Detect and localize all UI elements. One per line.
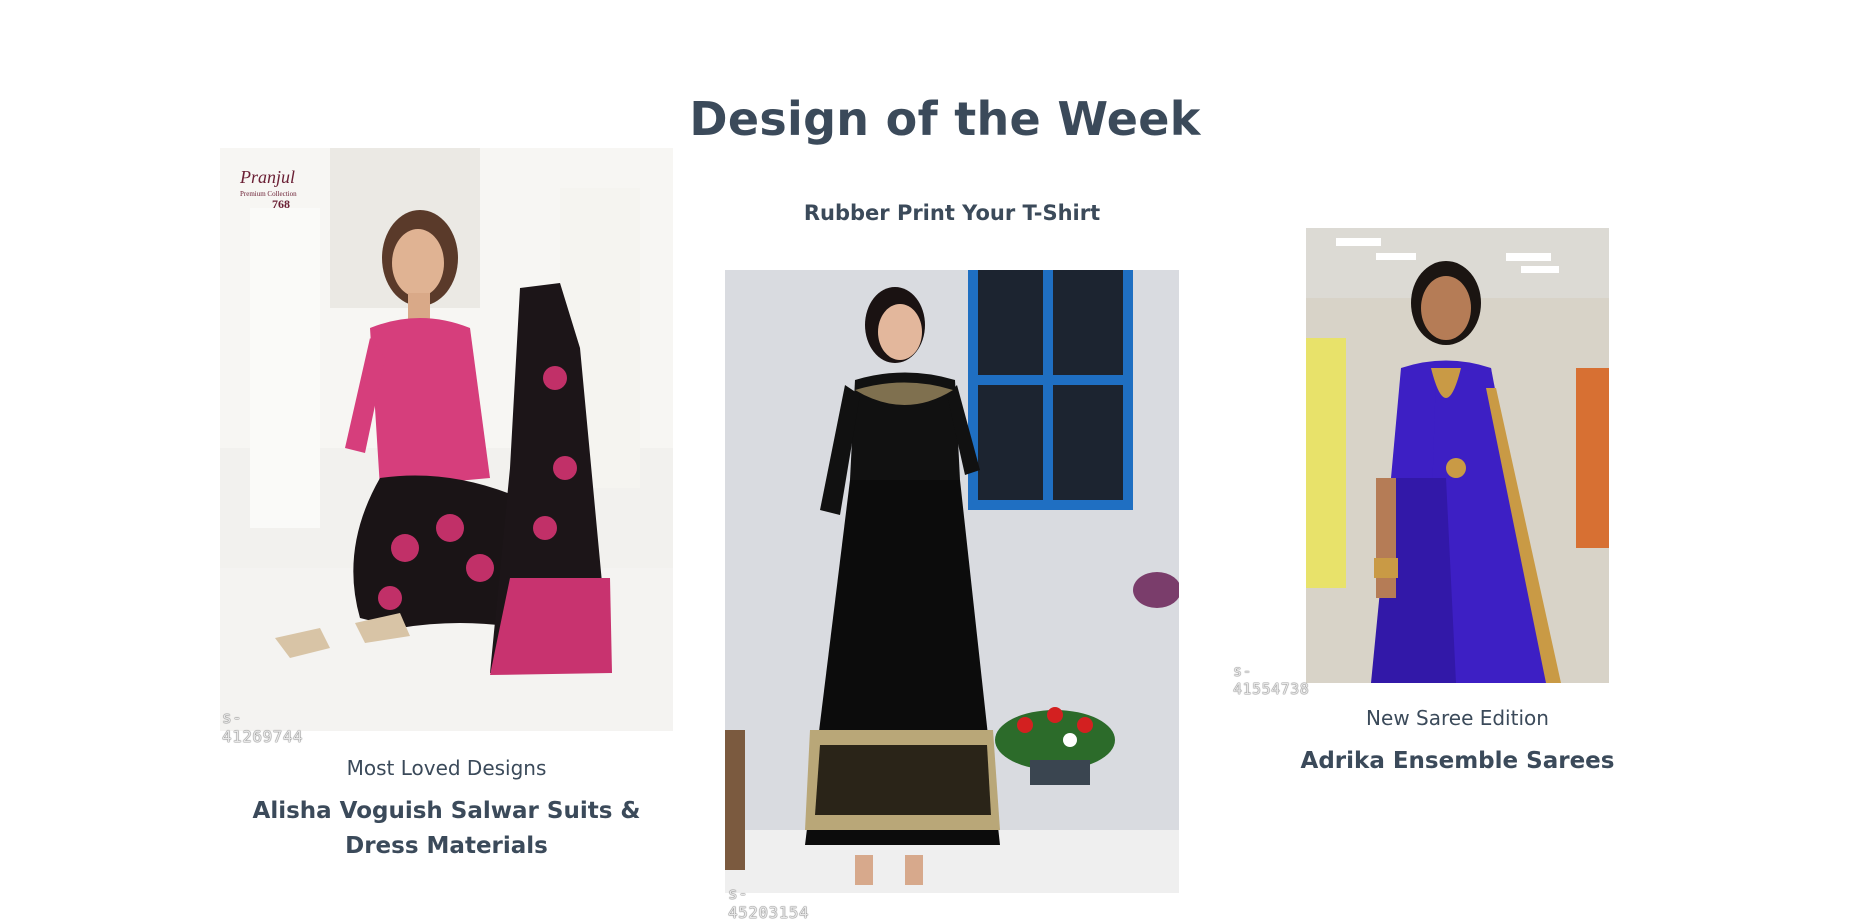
product-sku: s-45203154 (728, 884, 810, 922)
brand-logo-text: Pranjul (239, 167, 295, 187)
svg-text:768: 768 (272, 197, 290, 211)
product-heading[interactable]: Rubber Print Your T-Shirt (725, 196, 1179, 231)
product-image-kurta[interactable] (725, 270, 1179, 893)
product-category-label: Most Loved Designs (346, 756, 547, 780)
product-sku: s-41554738 (1233, 662, 1310, 698)
product-image-salwar[interactable]: Pranjul Premium Collection 768 (220, 148, 673, 731)
product-title[interactable]: Alisha Voguish Salwar Suits & Dress Mate… (230, 794, 663, 864)
section-title: Design of the Week (689, 92, 1201, 146)
product-title[interactable]: Adrika Ensemble Sarees (1286, 744, 1629, 779)
product-image-saree[interactable] (1306, 228, 1609, 683)
product-category-label: New Saree Edition (1366, 706, 1549, 730)
product-sku: s-41269744 (222, 708, 304, 746)
